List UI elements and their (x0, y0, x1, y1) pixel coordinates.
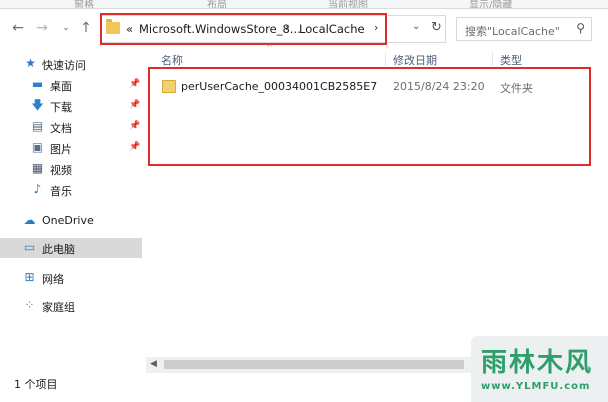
breadcrumb-item-windowsstore[interactable]: Microsoft.WindowsStore_8... (139, 22, 301, 36)
sidebar-item-label: 图片 (50, 143, 72, 156)
cloud-icon: ☁ (23, 213, 36, 227)
search-input[interactable]: 搜索"LocalCache" ⚲ (456, 17, 592, 41)
sidebar-item-music[interactable]: ♪ 音乐 (0, 180, 142, 200)
back-arrow-icon[interactable]: ← (10, 18, 26, 38)
pin-icon[interactable]: 📌 (129, 100, 140, 110)
breadcrumb-item-localcache[interactable]: LocalCache (299, 22, 365, 36)
file-name[interactable]: perUserCache_00034001CB2585E7 (181, 80, 377, 93)
ribbon-tab-current-view[interactable]: 当前视图 (328, 0, 368, 8)
recent-locations-chevron-icon[interactable]: ⌄ (58, 18, 74, 38)
sidebar-item-label: 桌面 (50, 80, 72, 93)
pin-icon[interactable]: 📌 (129, 79, 140, 89)
sidebar-item-homegroup[interactable]: ⁘ 家庭组 (0, 296, 142, 316)
address-bar[interactable]: « Microsoft.WindowsStore_8... › LocalCac… (100, 15, 446, 43)
ribbon-tab-pane[interactable]: 窗格 (74, 0, 94, 8)
ribbon-strip: 窗格 布局 当前视图 显示/隐藏 (0, 0, 608, 9)
ribbon-tab-show-hide[interactable]: 显示/隐藏 (469, 0, 512, 8)
sidebar-item-network[interactable]: ⊞ 网络 (0, 268, 142, 288)
computer-icon: ▭ (23, 240, 36, 254)
scrollbar-thumb[interactable] (164, 360, 464, 369)
sidebar-item-downloads[interactable]: 🡇 下载 📌 (0, 96, 142, 116)
network-icon: ⊞ (24, 270, 35, 284)
column-header-name[interactable]: 名称 (161, 52, 183, 68)
sidebar-item-label: 文档 (50, 122, 72, 135)
sidebar-item-this-pc[interactable]: ▭ 此电脑 (0, 238, 142, 258)
sort-caret-icon: ^ (266, 43, 273, 52)
column-divider[interactable] (492, 52, 493, 66)
sidebar-item-onedrive[interactable]: ☁ OneDrive (0, 211, 142, 231)
pin-icon[interactable]: 📌 (129, 142, 140, 152)
sidebar-item-label: 家庭组 (42, 301, 75, 314)
forward-arrow-icon[interactable]: → (34, 18, 50, 38)
homegroup-icon: ⁘ (24, 298, 35, 312)
file-modified-date: 2015/8/24 23:20 (393, 80, 485, 93)
video-icon: ▦ (31, 161, 44, 175)
sidebar-item-pictures[interactable]: ▣ 图片 📌 (0, 138, 142, 158)
file-type: 文件夹 (500, 82, 533, 95)
folder-icon (106, 19, 120, 34)
sidebar-item-label: 音乐 (50, 185, 72, 198)
watermark-text: 雨林木风 (481, 348, 594, 378)
picture-icon: ▣ (31, 140, 44, 154)
breadcrumb-separator-icon[interactable]: › (285, 21, 289, 34)
sidebar-item-label: 快速访问 (42, 59, 86, 72)
pin-icon[interactable]: 📌 (129, 121, 140, 131)
sidebar-item-quick-access[interactable]: ★ 快速访问 (0, 54, 142, 74)
folder-icon (162, 80, 176, 93)
music-icon: ♪ (33, 182, 42, 196)
scroll-left-arrow-icon[interactable]: ◀ (150, 359, 157, 369)
sidebar-item-label: 下载 (50, 101, 72, 114)
search-placeholder: 搜索"LocalCache" (465, 25, 560, 38)
column-divider[interactable] (385, 52, 386, 66)
chevron-down-icon[interactable]: ⌄ (412, 21, 420, 32)
document-icon: ▤ (31, 119, 44, 133)
ribbon-tab-layout[interactable]: 布局 (207, 0, 227, 8)
column-header-modified[interactable]: 修改日期 (393, 52, 437, 68)
up-arrow-icon[interactable]: ↑ (78, 18, 94, 38)
breadcrumb-overflow[interactable]: « (126, 22, 133, 36)
breadcrumb-separator-icon[interactable]: › (374, 21, 378, 34)
sidebar-item-desktop[interactable]: ▬ 桌面 📌 (0, 75, 142, 95)
sidebar-item-label: 网络 (42, 273, 64, 286)
column-header-type[interactable]: 类型 (500, 52, 522, 68)
refresh-icon[interactable]: ↻ (431, 20, 442, 35)
list-item[interactable]: perUserCache_00034001CB2585E7 2015/8/24 … (150, 78, 590, 96)
watermark-url: www.YLMFU.com (481, 381, 591, 392)
watermark-logo: 雨林木风 www.YLMFU.com (471, 336, 608, 402)
sidebar-item-label: 视频 (50, 164, 72, 177)
horizontal-scrollbar[interactable]: ◀ (146, 357, 486, 373)
status-item-count: 1 个项目 (14, 378, 58, 391)
sidebar-item-videos[interactable]: ▦ 视频 (0, 159, 142, 179)
star-icon: ★ (25, 56, 36, 70)
sidebar-item-label: OneDrive (42, 214, 94, 227)
sidebar-item-documents[interactable]: ▤ 文档 📌 (0, 117, 142, 137)
search-icon[interactable]: ⚲ (576, 21, 585, 35)
desktop-icon: ▬ (31, 77, 44, 91)
sidebar-item-label: 此电脑 (42, 243, 75, 256)
download-icon: 🡇 (31, 98, 44, 112)
navigation-pane: ★ 快速访问 ▬ 桌面 📌 🡇 下载 📌 ▤ 文档 📌 ▣ 图片 📌 ▦ 视频 … (0, 48, 144, 372)
